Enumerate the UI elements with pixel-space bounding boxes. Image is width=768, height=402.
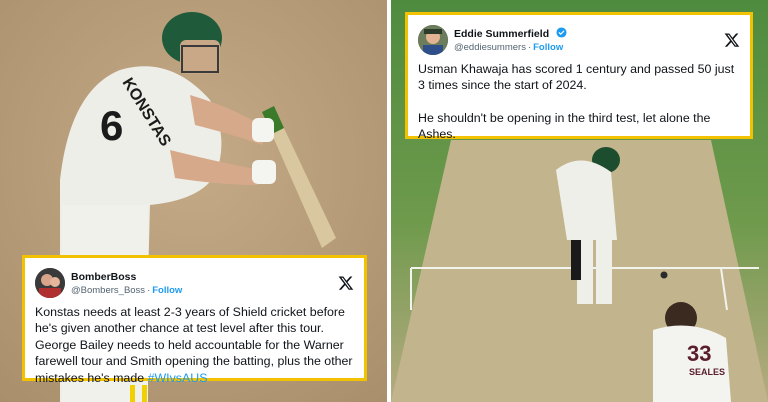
follow-button[interactable]: Follow xyxy=(533,42,563,53)
avatar[interactable] xyxy=(418,25,448,55)
x-logo-icon[interactable] xyxy=(338,275,354,291)
display-name[interactable]: Eddie Summerfield xyxy=(454,27,549,41)
tweet-paragraph-1: Usman Khawaja has scored 1 century and p… xyxy=(418,62,735,93)
follow-button[interactable]: Follow xyxy=(152,285,182,296)
dot-separator: · xyxy=(147,284,151,296)
tweet-card-bomberboss[interactable]: BomberBoss @Bombers_Boss · Follow Konstas … xyxy=(22,255,367,385)
tweet-card-eddie-summerfield[interactable]: Eddie Summerfield @eddiesummers · Follow U… xyxy=(405,12,753,141)
verified-badge-icon xyxy=(556,26,567,38)
handle-line: @eddiesummers · Follow xyxy=(454,41,724,55)
handle[interactable]: @Bombers_Boss xyxy=(71,285,145,296)
jersey-number-text: 6 xyxy=(100,102,123,149)
bowler-number-text: 33 xyxy=(687,341,711,366)
x-logo-icon[interactable] xyxy=(724,32,740,48)
author-info: Eddie Summerfield @eddiesummers · Follow xyxy=(454,26,724,55)
handle[interactable]: @eddiesummers xyxy=(454,42,526,53)
bowler-name-text: SEALES xyxy=(689,367,725,377)
tweet-text: Konstas needs at least 2-3 years of Shie… xyxy=(35,304,354,386)
handle-line: @Bombers_Boss · Follow xyxy=(71,284,338,298)
dot-separator: · xyxy=(527,41,532,53)
avatar[interactable] xyxy=(35,268,65,298)
display-name[interactable]: BomberBoss xyxy=(71,270,136,284)
author-info: BomberBoss @Bombers_Boss · Follow xyxy=(71,269,338,298)
tweet-paragraph-2: He shouldn't be opening in the third tes… xyxy=(418,110,711,142)
tweet-header: BomberBoss @Bombers_Boss · Follow xyxy=(35,266,354,300)
tweet-header: Eddie Summerfield @eddiesummers · Follow xyxy=(418,23,740,57)
hashtag-link[interactable]: #WIvsAUS xyxy=(148,371,208,385)
tweet-text: Usman Khawaja has scored 1 century and p… xyxy=(418,61,740,143)
